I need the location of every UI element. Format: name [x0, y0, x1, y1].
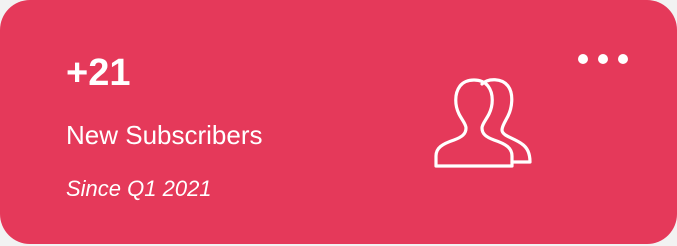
more-options-dot: [578, 54, 588, 64]
more-options-button[interactable]: [578, 48, 628, 70]
card-label: New Subscribers: [66, 120, 263, 150]
subscribers-card: +21 New Subscribers Since Q1 2021: [0, 0, 677, 244]
card-period: Since Q1 2021: [66, 176, 212, 201]
subscriber-count: +21: [66, 52, 131, 94]
users-icon: [434, 78, 532, 168]
more-options-dot: [598, 54, 608, 64]
more-options-dot: [618, 54, 628, 64]
